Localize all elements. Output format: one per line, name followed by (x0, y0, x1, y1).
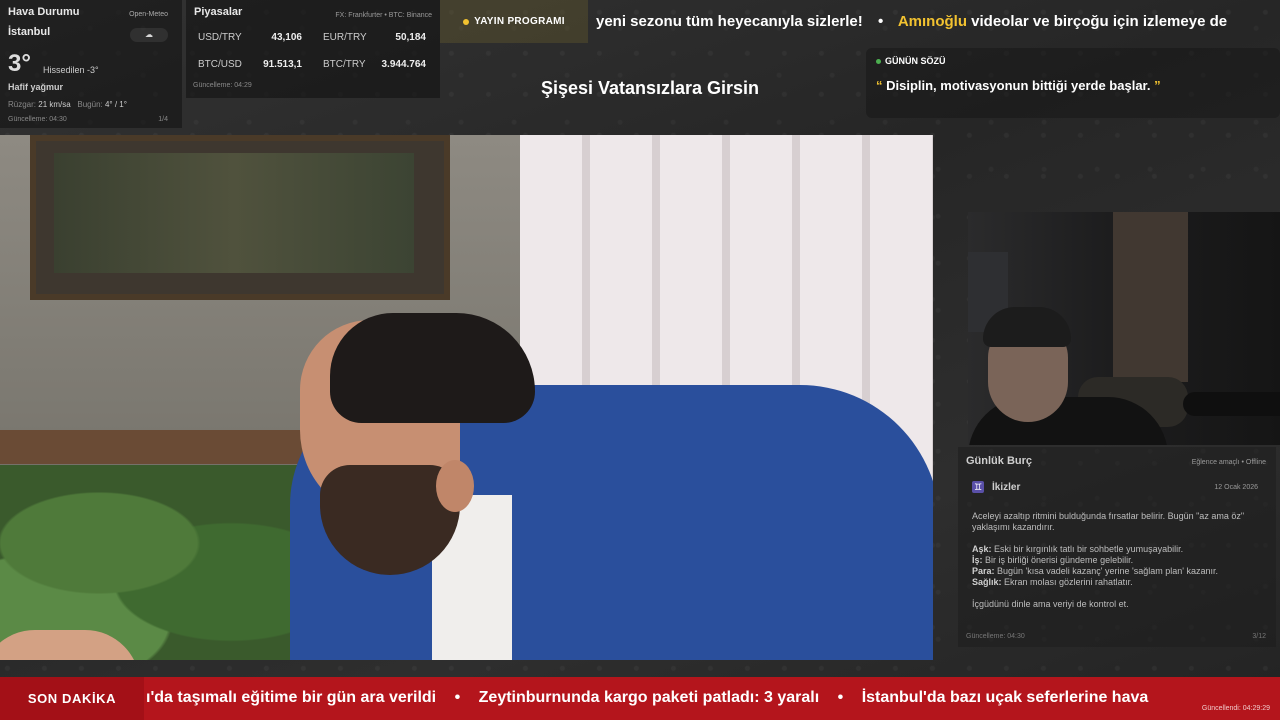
horoscope-widget: Günlük Burç Eğlence amaçlı • Offline ♊ İ… (958, 447, 1276, 647)
horoscope-money: Para: Bugün 'kısa vadeli kazanç' yerine … (972, 566, 1219, 576)
horoscope-date: 12 Ocak 2026 (1214, 484, 1258, 491)
weather-widget: Hava Durumu Open-Meteo İstanbul ☁ 3° His… (0, 0, 182, 128)
stream-title: Şişesi Vatansızlara Girsin (540, 78, 760, 98)
market-label: EUR/TRY (323, 32, 367, 43)
news-item: Zeytinburnunda kargo paketi patladı: 3 y… (478, 689, 820, 706)
news-item: ı'da taşımalı eğitime bir gün ara verild… (146, 689, 437, 706)
horoscope-intro: Aceleyi azaltıp ritmini bulduğunda fırsa… (972, 511, 1245, 532)
weather-description: Hafif yağmur (8, 82, 64, 92)
market-label: USD/TRY (198, 32, 242, 43)
market-label: BTC/TRY (323, 59, 366, 70)
top-ticker: yeni sezonu tüm heyecanıyla sizlerle! • … (590, 0, 1280, 44)
news-separator: • (454, 689, 461, 706)
breaking-news-bar: ı'da taşımalı eğitime bir gün ara verild… (0, 677, 1280, 720)
horoscope-sign: İkizler (992, 481, 1021, 493)
horoscope-mode: Eğlence amaçlı • Offline (1191, 459, 1266, 466)
ticker-item: videolar ve birçoğu için izlemeye de (967, 13, 1228, 30)
ticker-highlight: Amınoğlu (897, 13, 967, 30)
weather-temp: 3° (8, 50, 31, 77)
weather-updated: Güncelleme: 04:30 (8, 116, 67, 123)
program-schedule-button[interactable]: YAYIN PROGRAMI (440, 0, 588, 43)
breaking-news-label: SON DAKİKA (0, 677, 144, 720)
market-value: 43,106 (271, 32, 302, 43)
ticker-separator: • (877, 13, 884, 30)
quote-header: GÜNÜN SÖZÜ (885, 56, 946, 66)
market-value: 3.944.764 (381, 59, 427, 70)
horoscope-updated: Güncelleme: 04:30 (966, 633, 1025, 640)
today-label: Bugün: (77, 100, 103, 109)
horoscope-work: İş: Bir iş birliği önerisi gündeme geleb… (972, 555, 1134, 565)
wind-label: Rüzgar: (8, 100, 37, 109)
weather-source: Open-Meteo (129, 11, 168, 18)
status-dot-icon (876, 58, 881, 64)
horoscope-health: Sağlık: Ekran molası gözlerini rahatlatı… (972, 577, 1133, 587)
market-label: BTC/USD (198, 59, 242, 70)
ticker-item: yeni sezonu tüm heyecanıyla sizlerle! (596, 13, 863, 30)
quote-close-mark: ” (1154, 78, 1161, 93)
today-value: 4° / 1° (104, 100, 127, 109)
rain-cloud-icon: ☁ (130, 28, 168, 42)
markets-updated: Güncelleme: 04:29 (193, 82, 252, 89)
microphone-icon (1183, 392, 1280, 416)
webcam-feed (968, 212, 1280, 445)
weather-page: 1/4 (158, 116, 168, 123)
quote-widget: GÜNÜN SÖZÜ “ Disiplin, motivasyonun bitt… (866, 48, 1280, 118)
quote-text: “ Disiplin, motivasyonun bittiği yerde b… (876, 78, 1270, 93)
market-value: 50,184 (395, 32, 426, 43)
wind-value: 21 km/sa (38, 100, 71, 109)
program-schedule-label: YAYIN PROGRAMI (474, 16, 565, 27)
horoscope-advice: İçgüdünü dinle ama veriyi de kontrol et. (972, 599, 1129, 609)
market-value: 91.513,1 (263, 59, 302, 70)
main-video-feed (0, 135, 933, 660)
weather-wind: Rüzgar: 21 km/sa Bugün: 4° / 1° (8, 100, 127, 109)
news-separator: • (837, 689, 844, 706)
weather-feels-like: Hissedilen -3° (43, 65, 99, 75)
horoscope-love: Aşk: Eski bir kırgınlık tatlı bir sohbet… (972, 544, 1184, 554)
breaking-updated: Güncellendi: 04:29:29 (1201, 705, 1270, 712)
horoscope-page: 3/12 (1252, 633, 1266, 640)
quote-body: Disiplin, motivasyonun bittiği yerde baş… (882, 78, 1155, 93)
live-dot-icon (463, 18, 470, 25)
horoscope-body: Aceleyi azaltıp ritmini bulduğunda fırsa… (972, 511, 1262, 610)
markets-source: FX: Frankfurter • BTC: Binance (335, 12, 432, 19)
news-item: İstanbul'da bazı uçak seferlerine hava (861, 689, 1149, 706)
markets-widget: Piyasalar FX: Frankfurter • BTC: Binance… (186, 0, 440, 98)
gemini-icon: ♊ (972, 481, 984, 493)
